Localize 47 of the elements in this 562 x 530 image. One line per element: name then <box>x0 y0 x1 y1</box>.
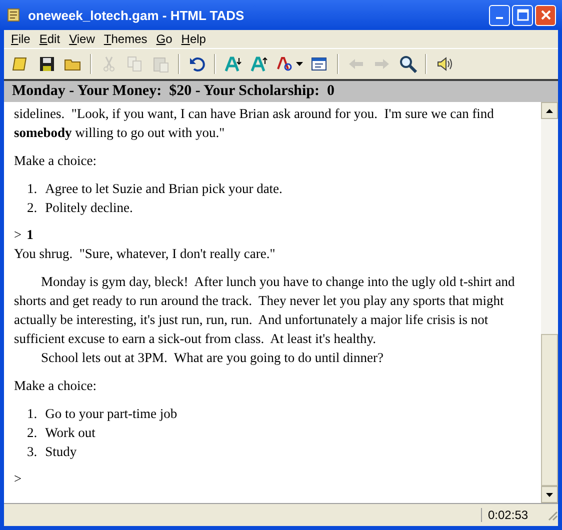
choice-number: 3. <box>27 443 38 461</box>
window-title: oneweek_lotech.gam - HTML TADS <box>28 8 246 22</box>
resize-grip-icon[interactable] <box>546 509 558 521</box>
story-paragraph: Make a choice: <box>14 152 98 170</box>
search-icon <box>399 55 417 73</box>
choice-text: Work out <box>45 424 96 442</box>
menu-item[interactable]: Go <box>153 32 178 46</box>
choice-number: 1. <box>27 180 38 198</box>
caret-icon <box>296 62 303 66</box>
copy-icon <box>126 55 144 73</box>
scroll-thumb[interactable] <box>541 334 558 486</box>
story-paragraph: You shrug. "Sure, whatever, I don't really care." <box>14 245 276 263</box>
elapsed-time: 0:02:53 <box>481 508 546 522</box>
maximize-icon <box>516 9 528 21</box>
maximize-button[interactable] <box>512 4 533 26</box>
menu-item[interactable]: Help <box>178 32 212 46</box>
choice-text: Agree to let Suzie and Brian pick your date. <box>45 180 282 198</box>
choice-text: Politely decline. <box>45 199 133 217</box>
story-paragraph: sidelines. "Look, if you want, I can have Brian ask around for you. I'm sure we can find somebody willing to go out with you." <box>14 105 495 142</box>
close-button[interactable] <box>535 4 556 26</box>
menu-item[interactable]: View <box>66 32 101 46</box>
choice-number: 2. <box>27 199 38 217</box>
speaker-icon <box>435 55 453 73</box>
command-text: 1 <box>26 226 34 244</box>
scroll-up-button[interactable] <box>541 102 558 119</box>
paste-icon <box>152 55 170 73</box>
choice-text: Study <box>45 443 77 461</box>
vertical-scrollbar[interactable] <box>541 102 558 503</box>
choice-number: 1. <box>27 405 38 423</box>
close-icon <box>540 9 552 21</box>
choice-number: 2. <box>27 424 38 442</box>
undo-icon <box>188 55 206 73</box>
story-paragraph: School lets out at 3PM. What are you going to do until dinner? <box>40 349 384 367</box>
command-prompt: > <box>14 226 22 244</box>
story-paragraph: Monday is gym day, bleck! After lunch you have to change into the ugly old t-shirt and shorts and get ready to run around the track. They never let you play any sports that might actually be interesting, it's just run, run, run. And unfortunately a major life crisis is not sufficient excuse to earn a sick-out from class. At least it's healthy. <box>14 273 516 348</box>
menu-item[interactable]: File <box>8 32 36 46</box>
scroll-down-button[interactable] <box>541 486 558 503</box>
story-paragraph: Make a choice: <box>14 377 98 395</box>
choice-text: Go to your part-time job <box>45 405 178 423</box>
minimize-icon <box>496 17 503 19</box>
down-arrow-icon <box>546 492 553 496</box>
app-icon <box>6 7 22 23</box>
menu-item[interactable]: Themes <box>100 32 154 46</box>
menu-item[interactable]: Edit <box>36 32 66 46</box>
command-prompt: > <box>14 470 22 488</box>
minimize-button[interactable] <box>489 4 510 26</box>
up-arrow-icon <box>546 108 553 112</box>
